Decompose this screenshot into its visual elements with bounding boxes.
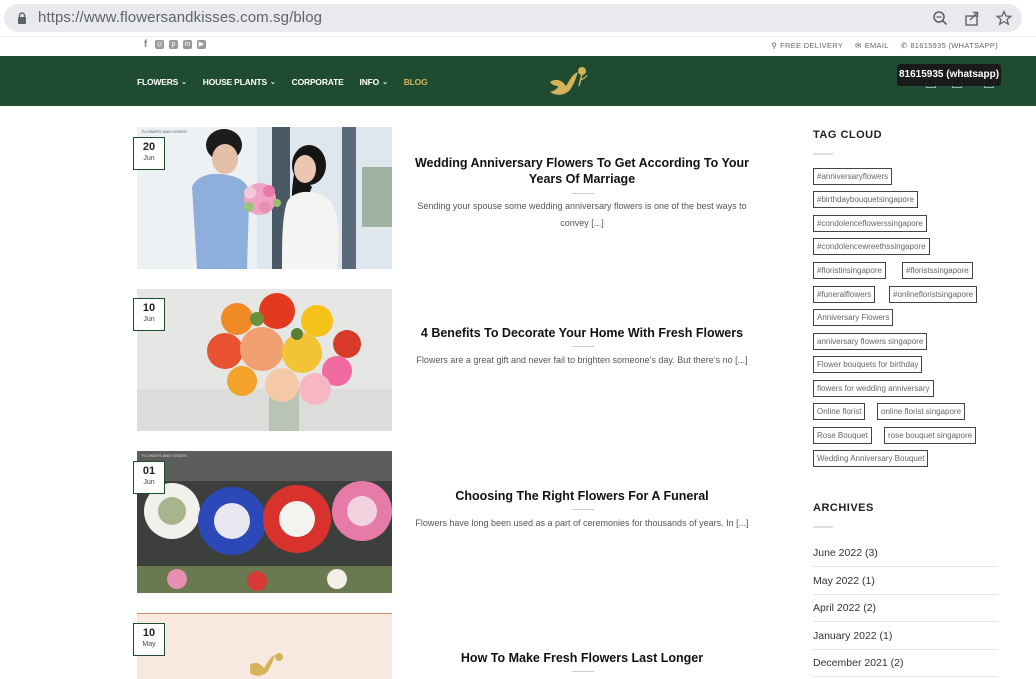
post-title-3[interactable]: Choosing The Right Flowers For A Funeral [406,488,758,504]
zoom-icon[interactable] [932,10,948,26]
tag-link[interactable]: #anniversaryflowers [813,168,893,185]
archives-rule [813,526,833,528]
tag-link[interactable]: Flower bouquets for birthday [813,356,923,373]
archive-link[interactable]: May 2022 (1) [813,567,998,595]
linkedin-icon[interactable]: in [183,40,192,49]
archive-link[interactable]: December 2021 (2) [813,649,998,677]
archives-heading: ARCHIVES [813,502,874,514]
tag-link[interactable]: Wedding Anniversary Bouquet [813,450,929,467]
post-excerpt-3: Flowers have long been used as a part of… [415,518,749,528]
post-divider-1 [572,193,594,194]
post-title-4[interactable]: How To Make Fresh Flowers Last Longer [406,650,758,666]
phone-icon: ✆ [900,41,908,50]
tag-link[interactable]: Anniversary Flowers [813,309,894,326]
post-excerpt-2: Flowers are a great gift and never fail … [416,355,748,365]
browser-address-bar: https://www.flowersandkisses.com.sg/blog [0,0,1036,36]
whatsapp-tooltip: 81615935 (whatsapp) [897,64,1001,86]
site-logo[interactable] [546,64,590,100]
whatsapp-link[interactable]: ✆ 81615935 (WHATSAPP) [901,41,998,50]
tag-link[interactable]: Rose Bouquet [813,427,872,444]
contact-links: ⚲ FREE DELIVERY ✉ EMAIL ✆ 81615935 (WHATSAP… [771,41,998,50]
post-date-badge-1: 20 Jun [133,137,165,170]
nav-item-info[interactable]: INFO ⌄ [360,77,388,87]
post-title-2[interactable]: 4 Benefits To Decorate Your Home With Fr… [406,325,758,341]
main-nav: FLOWERS ⌄ HOUSE PLANTS ⌄ CORPORATE INFO ⌄ B… [137,77,428,87]
youtube-icon[interactable]: ▶ [197,40,206,49]
envelope-icon: ✉ [855,41,862,50]
nav-item-flowers[interactable]: FLOWERS ⌄ [137,77,187,87]
archive-link[interactable]: January 2022 (1) [813,622,998,650]
post-date-badge-4: 10 May [133,623,165,656]
lock-icon [18,12,26,24]
post-divider-3 [572,509,594,510]
tag-link[interactable]: #floristssingapore [902,262,973,279]
post-date-badge-3: 01 Jun [133,461,165,494]
chevron-down-icon: ⌄ [382,79,388,86]
post-thumbnail-4[interactable] [137,613,392,679]
share-icon[interactable] [964,10,980,26]
tag-link[interactable]: #condolenceflowerssingapore [813,215,927,232]
tag-link[interactable]: online florist singapore [877,403,966,420]
tag-link[interactable]: #floristinsingapore [813,262,886,279]
nav-item-corporate[interactable]: CORPORATE [292,77,344,87]
top-contact-strip: f ◎ p in ▶ ⚲ FREE DELIVERY ✉ EMAIL ✆ 816159… [0,36,1036,56]
post-thumbnail-2[interactable] [137,289,392,431]
post-title-1[interactable]: Wedding Anniversary Flowers To Get Accor… [406,155,758,187]
post-thumbnail-1[interactable] [137,127,392,269]
site-header: FLOWERS ⌄ HOUSE PLANTS ⌄ CORPORATE INFO ⌄ B… [0,56,1036,106]
free-delivery-link[interactable]: ⚲ FREE DELIVERY [771,41,843,50]
url-field[interactable]: https://www.flowersandkisses.com.sg/blog [4,4,1022,32]
tag-link[interactable]: #onlinefloristsingapore [889,286,978,303]
tag-link[interactable]: Online florist [813,403,866,420]
facebook-icon[interactable]: f [141,40,150,50]
post-excerpt-1: Sending your spouse some wedding anniver… [417,201,747,228]
instagram-icon[interactable]: ◎ [155,40,164,49]
tag-link[interactable]: #condolencewreethssingapore [813,238,930,255]
archive-link[interactable]: June 2022 (3) [813,539,998,567]
tag-link[interactable]: #birthdaybouquetsingapore [813,191,918,208]
nav-item-house-plants[interactable]: HOUSE PLANTS ⌄ [203,77,276,87]
archive-link[interactable]: April 2022 (2) [813,594,998,622]
bookmark-star-icon[interactable] [996,10,1012,26]
chevron-down-icon: ⌄ [181,79,187,86]
social-links: f ◎ p in ▶ [141,40,206,50]
pinterest-icon[interactable]: p [169,40,178,49]
nav-item-blog[interactable]: BLOG [404,77,428,87]
tag-link[interactable]: anniversary flowers singapore [813,333,928,350]
tag-cloud-rule [813,153,833,155]
image-caption-3: FLOWERS AND KISSES [142,453,187,458]
post-date-badge-2: 10 Jun [133,298,165,331]
location-pin-icon: ⚲ [771,41,778,50]
image-caption-1: FLOWERS AND KISSES [142,129,187,134]
chevron-down-icon: ⌄ [269,79,276,86]
url-text: https://www.flowersandkisses.com.sg/blog [38,9,323,26]
tag-link[interactable]: rose bouquet singapore [884,427,977,444]
email-link[interactable]: ✉ EMAIL [855,41,889,50]
tag-link[interactable]: flowers for wedding anniversary [813,380,934,397]
post-divider-4 [572,671,594,672]
tag-link[interactable]: #funeralflowers [813,286,876,303]
post-divider-2 [572,346,594,347]
tag-cloud-heading: TAG CLOUD [813,129,883,141]
post-thumbnail-3[interactable] [137,451,392,593]
